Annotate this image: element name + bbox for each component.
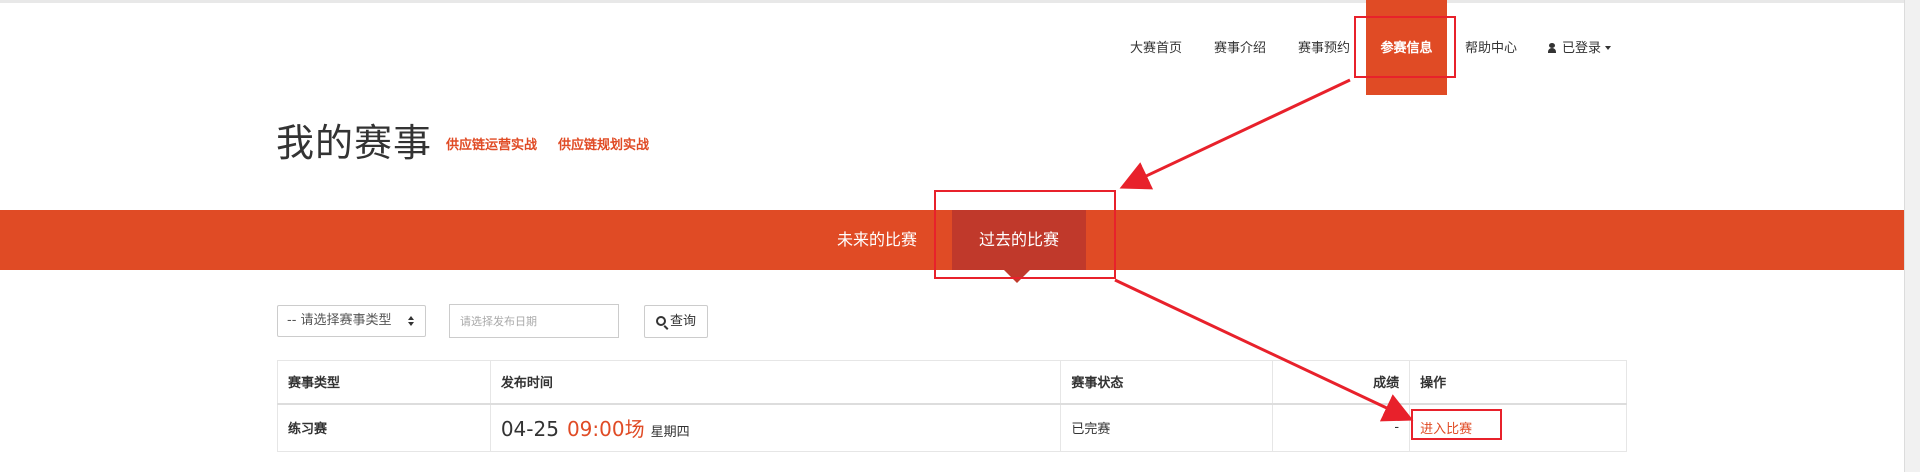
nav-item-user-menu[interactable]: 已登录 (1548, 0, 1612, 95)
publish-date-input[interactable] (449, 304, 619, 338)
match-time: 09:00场 (566, 417, 645, 442)
tab-future-matches[interactable]: 未来的比赛 (822, 210, 932, 270)
table-row: 练习赛 04-25 09:00场 星期四 已完赛 - 进入比赛 (277, 403, 1627, 452)
col-header-publish-time: 发布时间 (489, 360, 1062, 405)
active-tab-pointer (1004, 270, 1030, 283)
sub-link-planning[interactable]: 供应链规划实战 (558, 134, 649, 153)
search-icon (655, 316, 666, 326)
nav-item-intro[interactable]: 赛事介绍 (1214, 0, 1266, 95)
cell-score: - (1272, 403, 1411, 452)
main-nav: 大赛首页 赛事介绍 赛事预约 参赛信息 帮助中心 已登录 (0, 0, 1904, 95)
table-header-row: 赛事类型 发布时间 赛事状态 成绩 操作 (277, 360, 1627, 405)
cell-type: 练习赛 (277, 403, 491, 452)
match-tabs-band: 未来的比赛 过去的比赛 (0, 210, 1904, 270)
sub-link-operations[interactable]: 供应链运营实战 (446, 134, 537, 153)
enter-match-link[interactable]: 进入比赛 (1420, 422, 1472, 437)
col-header-score: 成绩 (1272, 360, 1411, 405)
matches-table: 赛事类型 发布时间 赛事状态 成绩 操作 练习赛 04-25 09:00场 星期四 … (277, 360, 1627, 452)
caret-down-icon (1605, 46, 1612, 50)
scrollbar[interactable] (1904, 0, 1920, 472)
arrow-nav-to-tab (1119, 78, 1351, 190)
page-title: 我的赛事 (276, 121, 433, 165)
col-header-type: 赛事类型 (277, 360, 491, 405)
cell-publish-time: 04-25 09:00场 星期四 (489, 403, 1062, 452)
match-date: 04-25 (500, 417, 559, 442)
nav-item-reservation[interactable]: 赛事预约 (1298, 0, 1350, 95)
col-header-status: 赛事状态 (1060, 360, 1274, 405)
col-header-action: 操作 (1409, 360, 1627, 405)
nav-item-participation-info[interactable]: 参赛信息 (1366, 0, 1447, 95)
match-type-select[interactable]: -- 请选择赛事类型 (277, 305, 426, 337)
cell-status: 已完赛 (1060, 403, 1274, 452)
nav-item-help[interactable]: 帮助中心 (1465, 0, 1517, 95)
match-weekday: 星期四 (650, 425, 690, 441)
user-icon (1548, 43, 1556, 53)
tab-past-matches[interactable]: 过去的比赛 (952, 210, 1086, 270)
cell-action: 进入比赛 (1409, 403, 1627, 452)
select-arrows-icon (408, 316, 415, 327)
query-button[interactable]: 查询 (644, 305, 708, 338)
nav-item-home[interactable]: 大赛首页 (1130, 0, 1182, 95)
